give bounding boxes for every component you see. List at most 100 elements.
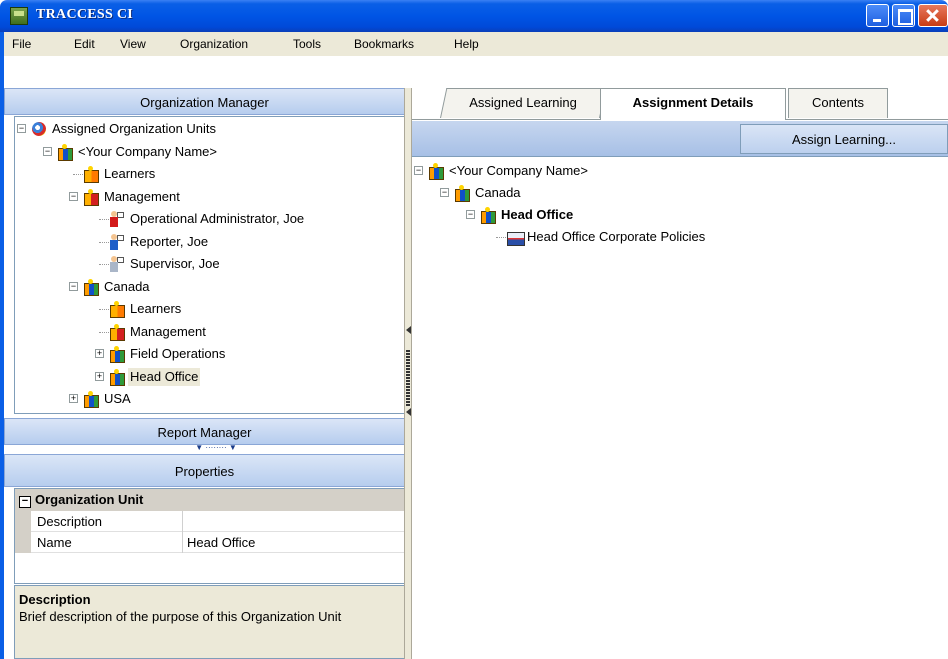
tree-node[interactable]: + USA <box>15 390 405 410</box>
expand-icon[interactable]: + <box>69 394 78 403</box>
property-row-name[interactable]: Name Head Office <box>15 532 405 553</box>
maximize-button[interactable] <box>892 4 915 27</box>
tree-node-label[interactable]: USA <box>102 390 133 408</box>
menu-tools[interactable]: Tools <box>293 37 321 51</box>
property-category[interactable]: − Organization Unit <box>15 489 405 511</box>
expand-icon[interactable]: + <box>95 349 104 358</box>
management-gift-icon <box>83 188 99 206</box>
tree-connector <box>99 241 109 243</box>
window-title: TRACCESS CI <box>36 7 134 22</box>
minimize-button[interactable] <box>866 4 889 27</box>
tree-node[interactable]: − <Your Company Name> <box>15 143 405 163</box>
menu-bar: File Edit View Organization Tools Bookma… <box>0 32 948 56</box>
window-frame-left <box>0 56 4 659</box>
assign-learning-button[interactable]: Assign Learning... <box>740 124 948 154</box>
tree-node[interactable]: Management <box>15 323 405 343</box>
tree-node[interactable]: − Canada <box>15 278 405 298</box>
collapse-left-arrow-icon[interactable] <box>406 408 411 416</box>
tree-node-label[interactable]: <Your Company Name> <box>447 162 590 180</box>
menu-file[interactable]: File <box>12 37 31 51</box>
gift-icon <box>57 143 73 161</box>
gift-icon <box>454 185 470 202</box>
tree-node-label[interactable]: Supervisor, Joe <box>128 255 222 273</box>
tree-node-label[interactable]: Management <box>128 323 208 341</box>
title-bar[interactable]: TRACCESS CI <box>0 0 948 32</box>
tree-node-label[interactable]: Learners <box>102 165 157 183</box>
user-flag-icon <box>117 212 124 218</box>
tree-connector <box>99 331 109 333</box>
collapse-icon[interactable]: − <box>414 166 423 175</box>
tree-node[interactable]: − <Your Company Name> <box>412 162 948 182</box>
tree-node-label[interactable]: Assigned Organization Units <box>50 120 218 138</box>
collapse-icon[interactable]: − <box>19 496 31 508</box>
menu-organization[interactable]: Organization <box>180 37 248 51</box>
tree-node-label[interactable]: Field Operations <box>128 345 227 363</box>
tree-node[interactable]: Operational Administrator, Joe <box>15 210 405 230</box>
collapse-icon[interactable]: − <box>17 124 26 133</box>
tree-connector <box>99 309 109 310</box>
supervisor-user-icon <box>109 256 125 272</box>
tree-node-label[interactable]: Canada <box>102 278 152 296</box>
tree-node-label[interactable]: Management <box>102 188 182 206</box>
user-flag-icon <box>117 234 124 241</box>
property-row-description[interactable]: Description <box>15 511 405 532</box>
tree-node[interactable]: Learners <box>15 165 405 185</box>
description-title: Description <box>19 592 91 607</box>
collapse-icon[interactable]: − <box>43 146 52 156</box>
collapse-icon[interactable]: − <box>69 281 78 291</box>
collapse-icon[interactable]: − <box>440 188 449 197</box>
organization-manager-header[interactable]: Organization Manager <box>4 88 405 115</box>
tree-node[interactable]: + Head Office <box>15 367 405 388</box>
tab-assignment-details[interactable]: Assignment Details <box>600 88 786 120</box>
reporter-user-icon <box>109 233 125 250</box>
tree-node-label[interactable]: Head Office Corporate Policies <box>525 228 707 246</box>
horizontal-splitter-grip[interactable]: ▼ ········ ▼ <box>176 444 256 452</box>
tree-node[interactable]: Learners <box>15 300 405 320</box>
tree-node-label[interactable]: Canada <box>473 184 523 202</box>
properties-header: Properties <box>4 454 405 487</box>
tree-node-label[interactable]: Operational Administrator, Joe <box>128 210 306 228</box>
gift-icon <box>428 163 444 180</box>
tree-node[interactable]: Head Office Corporate Policies <box>412 228 948 248</box>
menu-edit[interactable]: Edit <box>74 37 95 51</box>
tree-node[interactable]: + Field Operations <box>15 345 405 365</box>
gift-icon <box>109 368 125 386</box>
tree-node-label[interactable]: <Your Company Name> <box>76 143 219 161</box>
tree-connector <box>99 264 109 265</box>
management-gift-icon <box>109 323 125 341</box>
tree-node-label[interactable]: Head Office <box>128 367 201 386</box>
app-icon <box>10 7 28 25</box>
collapse-icon[interactable]: − <box>466 210 475 219</box>
menu-bookmarks[interactable]: Bookmarks <box>354 37 414 51</box>
property-grid[interactable]: − Organization Unit Description Name Head… <box>14 488 406 584</box>
collapse-left-arrow-icon[interactable] <box>406 326 411 334</box>
menu-help[interactable]: Help <box>454 37 479 51</box>
tab-contents[interactable]: Contents <box>788 88 888 118</box>
tree-node[interactable]: − Management <box>15 188 405 208</box>
tree-node[interactable]: Supervisor, Joe <box>15 255 405 275</box>
learners-gift-icon <box>109 301 125 318</box>
property-key: Name <box>15 532 183 553</box>
tree-node-label[interactable]: Head Office <box>499 206 575 224</box>
organization-tree[interactable]: − Assigned Organization Units − <Your Compa… <box>14 116 406 414</box>
report-manager-header[interactable]: Report Manager <box>4 418 405 445</box>
description-panel: Description Brief description of the pur… <box>14 585 406 659</box>
property-value[interactable]: Head Office <box>187 532 255 553</box>
tree-node[interactable]: Reporter, Joe <box>15 233 405 253</box>
tree-node[interactable]: − Canada <box>412 184 948 204</box>
tree-node[interactable]: − Assigned Organization Units <box>15 120 405 140</box>
tree-node[interactable]: − Head Office <box>412 206 948 226</box>
property-key: Description <box>15 511 183 532</box>
tree-node-label[interactable]: Learners <box>128 300 183 318</box>
tree-node-label[interactable]: Reporter, Joe <box>128 233 210 251</box>
collapse-icon[interactable]: − <box>69 191 78 201</box>
expand-icon[interactable]: + <box>95 371 104 381</box>
menu-view[interactable]: View <box>120 37 146 51</box>
close-button[interactable] <box>918 4 948 27</box>
tab-label: Assigned Learning <box>469 95 578 110</box>
vertical-splitter[interactable] <box>404 88 412 659</box>
assignment-details-tree[interactable]: − <Your Company Name> − Canada − Head Office H… <box>412 160 948 659</box>
splitter-grip-icon[interactable] <box>406 350 410 406</box>
tab-assigned-learning[interactable]: Assigned Learning <box>440 88 607 118</box>
gift-icon <box>480 207 496 224</box>
